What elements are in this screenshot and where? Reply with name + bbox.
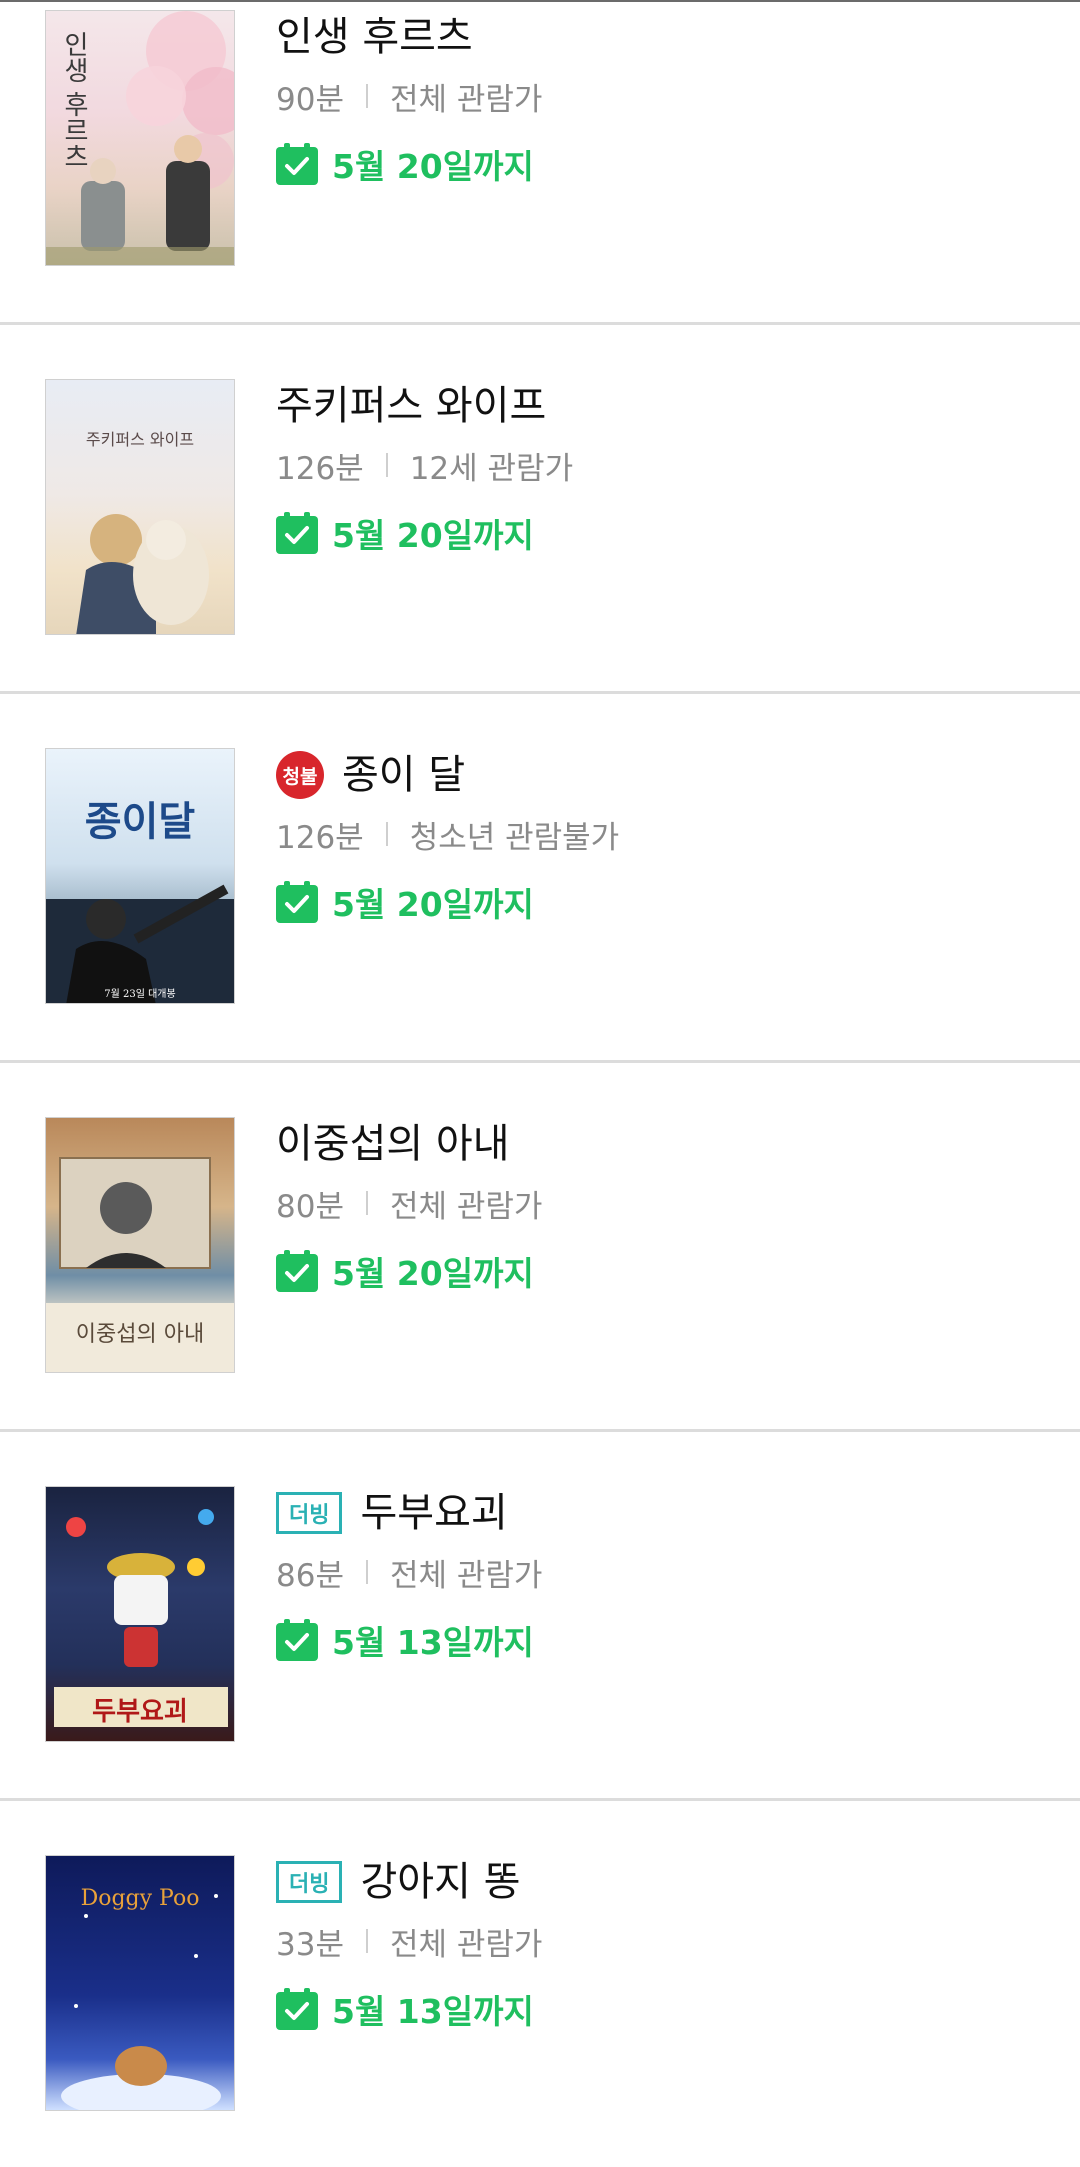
meta-divider: [385, 822, 388, 846]
movie-item[interactable]: 두부요괴 더빙 두부요괴 86분 전체 관람가 5월 13일까지: [0, 1432, 1080, 1798]
screening-until: 5월 13일까지: [332, 1992, 534, 2031]
movie-poster[interactable]: 두부요괴: [45, 1486, 235, 1742]
poster-release-text: 7월 23일 대개봉: [104, 989, 176, 1000]
screening-until: 5월 20일까지: [332, 516, 534, 555]
calendar-check-icon: [276, 1988, 318, 2030]
poster-title-text: 두부요괴: [92, 1697, 188, 1727]
adult-rating-badge: 청불: [276, 751, 324, 799]
movie-info: 더빙 강아지 똥 33분 전체 관람가 5월 13일까지: [276, 1855, 542, 2033]
dubbed-badge: 더빙: [276, 1492, 343, 1534]
movie-item[interactable]: 주키퍼스 와이프 주키퍼스 와이프 126분 12세 관람가 5월 20일까지: [0, 325, 1080, 691]
poster-title-text: 이중섭의 아내: [75, 1322, 205, 1347]
rating-text: 전체 관람가: [389, 81, 543, 118]
rating-text: 12세 관람가: [409, 450, 574, 487]
movie-item[interactable]: 인생 후르츠 인생 후르츠 90분 전체 관람가 5월 20일까지: [0, 0, 1080, 366]
movie-poster[interactable]: Doggy Poo: [45, 1855, 235, 2111]
screening-until: 5월 20일까지: [332, 885, 534, 924]
runtime-text: 33분: [276, 1926, 344, 1963]
movie-info: 청불 종이 달 126분 청소년 관람불가 5월 20일까지: [276, 748, 619, 926]
calendar-check-icon: [276, 512, 318, 554]
rating-text: 전체 관람가: [389, 1188, 543, 1225]
paper-moon-poster-icon: [46, 884, 234, 1003]
runtime-text: 126분: [276, 819, 364, 856]
movie-item[interactable]: 종이달 7월 23일 대개봉 청불 종이 달 126분 청소년 관람불가 5월 …: [0, 694, 1080, 1060]
runtime-text: 90분: [276, 81, 344, 118]
runtime-text: 86분: [276, 1557, 344, 1594]
runtime-text: 80분: [276, 1188, 344, 1225]
poster-title-text: Doggy Poo: [80, 1886, 200, 1911]
meta-divider: [365, 1191, 368, 1215]
movie-poster[interactable]: 이중섭의 아내: [45, 1117, 235, 1373]
poster-title-text: 인생 후르츠: [59, 31, 89, 170]
rating-text: 청소년 관람불가: [409, 819, 620, 856]
screening-until: 5월 20일까지: [332, 1254, 534, 1293]
calendar-check-icon: [276, 1619, 318, 1661]
movie-poster[interactable]: 주키퍼스 와이프: [45, 379, 235, 635]
movie-info: 이중섭의 아내 80분 전체 관람가 5월 20일까지: [276, 1117, 542, 1295]
calendar-check-icon: [276, 881, 318, 923]
rating-text: 전체 관람가: [389, 1926, 543, 1963]
meta-divider: [365, 84, 368, 108]
screening-until: 5월 13일까지: [332, 1623, 534, 1662]
rating-text: 전체 관람가: [389, 1557, 543, 1594]
movie-title: 두부요괴: [360, 1490, 508, 1536]
movie-info: 더빙 두부요괴 86분 전체 관람가 5월 13일까지: [276, 1486, 542, 1664]
poster-title-text: 주키퍼스 와이프: [85, 430, 195, 449]
movie-title: 주키퍼스 와이프: [276, 383, 547, 429]
movie-title: 종이 달: [342, 752, 466, 798]
calendar-check-icon: [276, 143, 318, 185]
movie-item[interactable]: 이중섭의 아내 이중섭의 아내 80분 전체 관람가 5월 20일까지: [0, 1063, 1080, 1429]
movie-poster[interactable]: 인생 후르츠: [45, 10, 235, 266]
meta-divider: [365, 1560, 368, 1584]
meta-divider: [385, 453, 388, 477]
screening-until: 5월 20일까지: [332, 147, 534, 186]
zookeeper-poster-icon: [76, 514, 209, 634]
movie-item[interactable]: Doggy Poo 더빙 강아지 똥 33분 전체 관람가 5월 13일까지: [0, 1801, 1080, 2167]
dubbed-badge: 더빙: [276, 1861, 343, 1903]
movie-info: 주키퍼스 와이프 126분 12세 관람가 5월 20일까지: [276, 379, 573, 557]
movie-title: 이중섭의 아내: [276, 1121, 510, 1167]
meta-divider: [365, 1929, 368, 1953]
movie-title: 인생 후르츠: [276, 14, 473, 60]
movie-poster[interactable]: 종이달 7월 23일 대개봉: [45, 748, 235, 1004]
movie-title: 강아지 똥: [360, 1859, 521, 1905]
calendar-check-icon: [276, 1250, 318, 1292]
poster-title-text: 종이달: [84, 798, 196, 845]
runtime-text: 126분: [276, 450, 364, 487]
movie-info: 인생 후르츠 90분 전체 관람가 5월 20일까지: [276, 10, 542, 188]
